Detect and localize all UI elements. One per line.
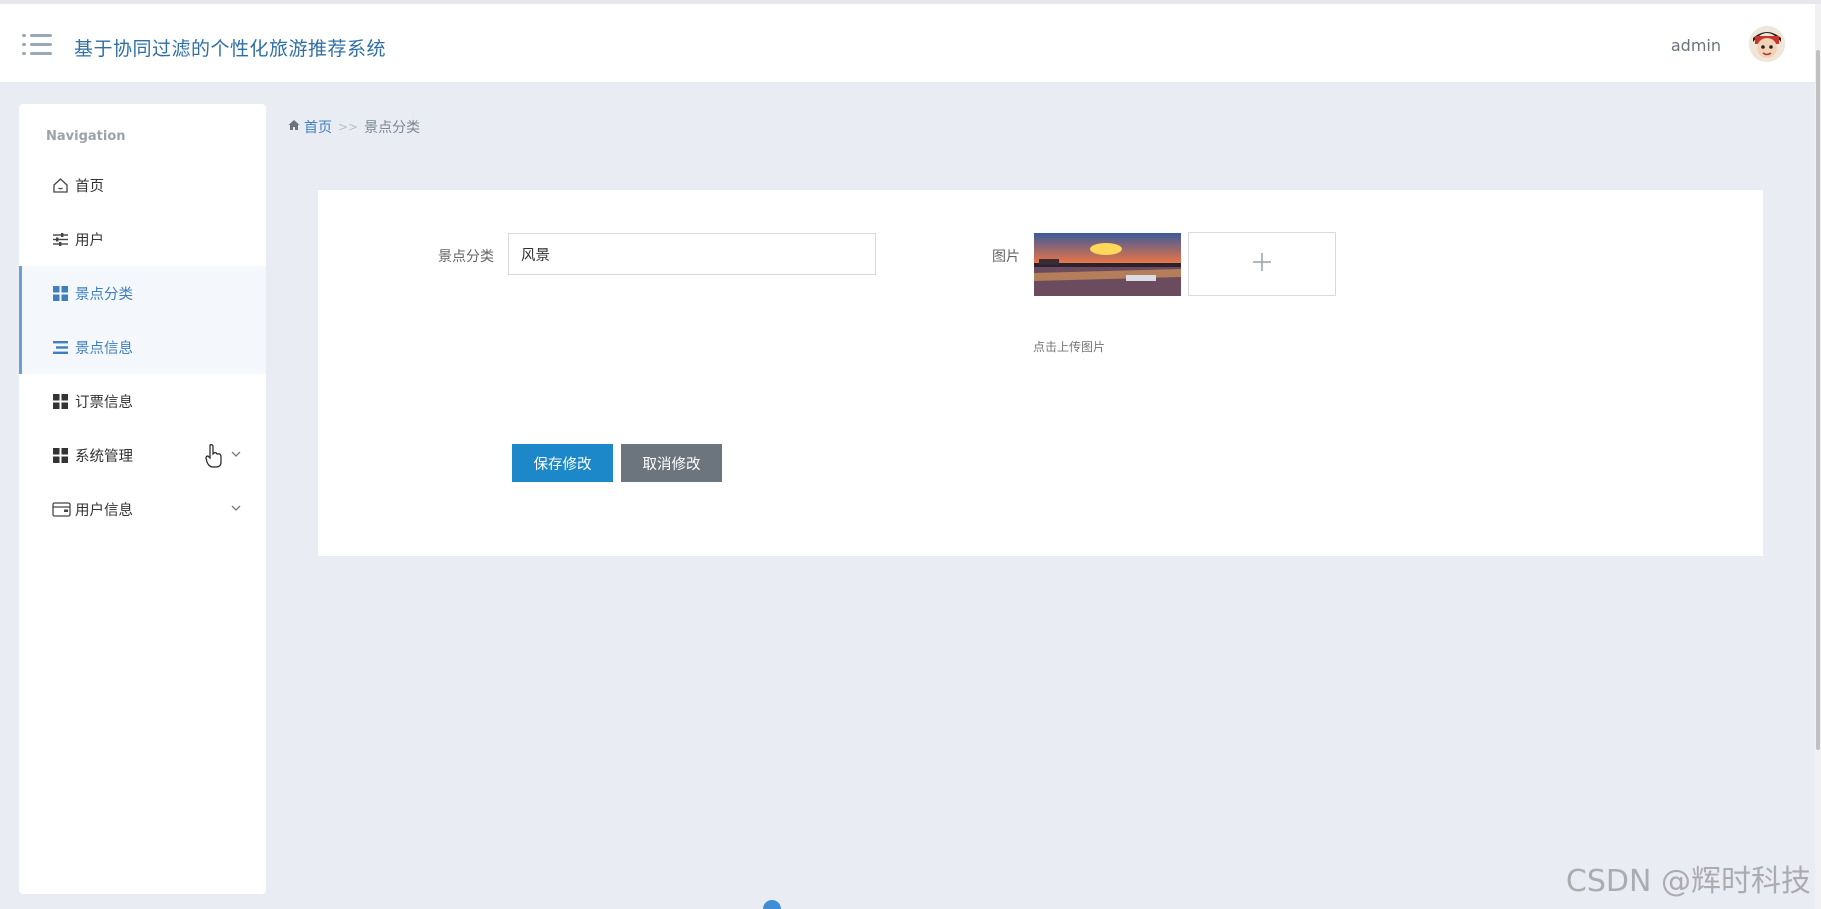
avatar[interactable] [1749, 26, 1785, 62]
sidebar-item-label: 首页 [75, 178, 104, 195]
sidebar-item-spot-info[interactable]: 景点信息 [19, 320, 266, 374]
user-name[interactable]: admin [1671, 36, 1721, 55]
breadcrumb-home-label: 首页 [304, 120, 332, 136]
chevron-down-icon[interactable] [230, 448, 242, 460]
edit-form-panel: 景点分类 图片 点击上传图片 保存修改 取消修 [318, 190, 1763, 556]
hand-cursor-icon [205, 444, 223, 468]
breadcrumb: 首页 >> 景点分类 [288, 117, 420, 137]
sidebar-item-label: 订票信息 [75, 394, 133, 411]
sidebar-item-user-info[interactable]: 用户信息 [19, 482, 266, 536]
sidebar-item-label: 用户 [75, 232, 104, 249]
nav-list: 首页 用户 景点分类 景点信息 订票信息 系统管理 用户信息 [19, 158, 266, 536]
category-input[interactable] [508, 233, 876, 275]
plus-icon [1251, 251, 1273, 277]
grid-icon [52, 447, 69, 464]
grid-icon [52, 285, 69, 302]
list-icon [52, 339, 69, 356]
app-title: 基于协同过滤的个性化旅游推荐系统 [74, 38, 387, 60]
loading-dot [763, 900, 781, 909]
uploaded-image-thumbnail[interactable] [1034, 233, 1181, 296]
watermark: CSDN @辉时科技 [1565, 864, 1811, 899]
sidebar: Navigation 首页 用户 景点分类 景点信息 订票信息 系统管理 用户信… [19, 104, 266, 894]
sidebar-item-spot-category[interactable]: 景点分类 [19, 266, 266, 320]
sidebar-item-label: 景点信息 [75, 340, 133, 357]
sidebar-item-label: 用户信息 [75, 502, 133, 519]
upload-hint: 点击上传图片 [1033, 340, 1106, 354]
breadcrumb-current: 景点分类 [364, 120, 421, 136]
image-label: 图片 [992, 249, 1020, 265]
sidebar-item-tickets[interactable]: 订票信息 [19, 374, 266, 428]
scrollbar[interactable] [1815, 4, 1821, 909]
top-bar: 基于协同过滤的个性化旅游推荐系统 admin [0, 0, 1821, 82]
grid-icon [52, 393, 69, 410]
wallet-icon [52, 501, 71, 518]
home-icon [288, 119, 300, 135]
breadcrumb-separator: >> [338, 120, 359, 134]
scrollbar-thumb[interactable] [1816, 50, 1820, 750]
sidebar-item-users[interactable]: 用户 [19, 212, 266, 266]
save-button[interactable]: 保存修改 [512, 444, 613, 482]
sidebar-item-label: 景点分类 [75, 286, 133, 303]
sidebar-item-home[interactable]: 首页 [19, 158, 266, 212]
nav-caption: Navigation [46, 129, 126, 144]
sliders-icon [52, 231, 69, 248]
sidebar-item-system[interactable]: 系统管理 [19, 428, 266, 482]
sidebar-item-label: 系统管理 [75, 448, 133, 465]
menu-toggle-icon[interactable] [22, 32, 52, 58]
image-upload-button[interactable] [1188, 232, 1336, 296]
cancel-button[interactable]: 取消修改 [621, 444, 722, 482]
home-icon [52, 177, 69, 194]
breadcrumb-home[interactable]: 首页 [288, 117, 332, 137]
category-label: 景点分类 [438, 249, 494, 265]
chevron-down-icon[interactable] [230, 502, 242, 514]
